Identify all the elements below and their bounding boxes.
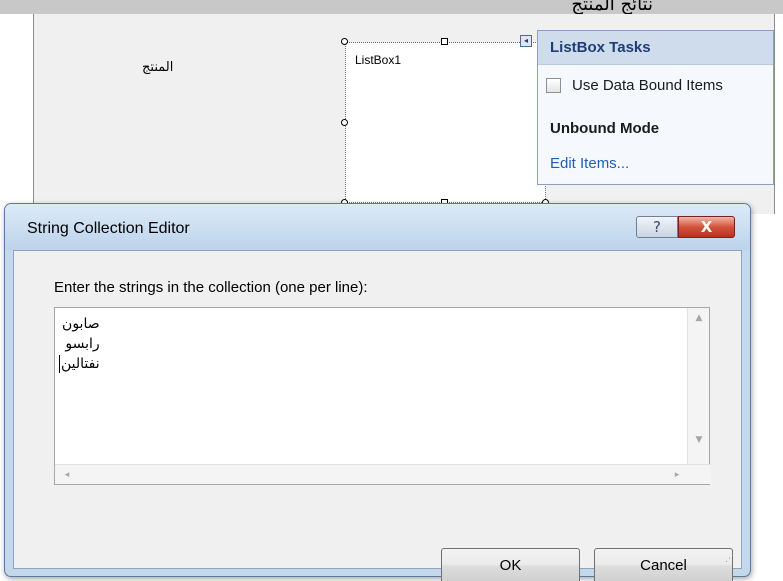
clipped-title-text: ﻧﺘﺎﺋﺞ اﻟﻤﻨﺘﺞ	[571, 0, 653, 15]
ok-button[interactable]: OK	[441, 548, 580, 581]
dialog-titlebar[interactable]: String Collection Editor ? X	[5, 204, 750, 250]
resize-handle-left[interactable]	[341, 119, 348, 126]
resize-handle-top-left[interactable]	[341, 38, 348, 45]
cancel-button[interactable]: Cancel	[594, 548, 733, 581]
product-label[interactable]: المنتج	[142, 60, 173, 75]
horizontal-scrollbar[interactable]: ◂ ▸	[55, 464, 711, 484]
string-line: صابون	[62, 316, 100, 332]
use-data-bound-items-option[interactable]: Use Data Bound Items	[546, 77, 723, 94]
tasks-panel-title: ListBox Tasks	[538, 31, 773, 65]
form-titlebar-clipped: ﻧﺘﺎﺋﺞ اﻟﻤﻨﺘﺞ	[0, 0, 783, 15]
listbox-tasks-panel: ListBox Tasks Use Data Bound Items Unbou…	[537, 30, 774, 185]
scroll-down-icon[interactable]: ▼	[688, 432, 710, 448]
vertical-scrollbar[interactable]: ▲ ▼	[687, 308, 709, 465]
use-data-bound-items-checkbox[interactable]	[546, 78, 561, 93]
listbox-control[interactable]: ListBox1	[345, 42, 546, 203]
strings-textarea[interactable]: صابون رابسو نفتالين ▲ ▼ ◂ ▸	[54, 307, 711, 485]
dialog-title: String Collection Editor	[27, 220, 190, 237]
listbox-name: ListBox1	[355, 53, 402, 67]
use-data-bound-items-label[interactable]: Use Data Bound Items	[572, 77, 723, 94]
scroll-right-icon[interactable]: ▸	[667, 465, 687, 485]
string-line: نفتالين	[61, 356, 100, 372]
resize-handle-top[interactable]	[441, 38, 448, 45]
close-button[interactable]: X	[678, 216, 735, 238]
screen: ﻧﺘﺎﺋﺞ اﻟﻤﻨﺘﺞ المنتج ListBox1 ◂ ListBox T…	[0, 0, 783, 581]
resize-grip-icon[interactable]: ⋰	[725, 554, 735, 564]
smart-tag-icon[interactable]: ◂	[520, 35, 532, 47]
edit-items-link[interactable]: Edit Items...	[550, 155, 629, 172]
unbound-mode-heading: Unbound Mode	[550, 120, 660, 137]
help-button[interactable]: ?	[636, 216, 678, 238]
strings-text-lines[interactable]: صابون رابسو نفتالين	[61, 314, 100, 374]
string-collection-editor-dialog: String Collection Editor ? X Enter the s…	[4, 203, 751, 581]
text-caret	[59, 355, 60, 373]
strings-prompt: Enter the strings in the collection (one…	[54, 279, 368, 296]
dialog-body: Enter the strings in the collection (one…	[13, 250, 742, 581]
scroll-left-icon[interactable]: ◂	[57, 465, 77, 485]
string-line: رابسو	[65, 336, 100, 352]
scroll-up-icon[interactable]: ▲	[688, 310, 710, 326]
